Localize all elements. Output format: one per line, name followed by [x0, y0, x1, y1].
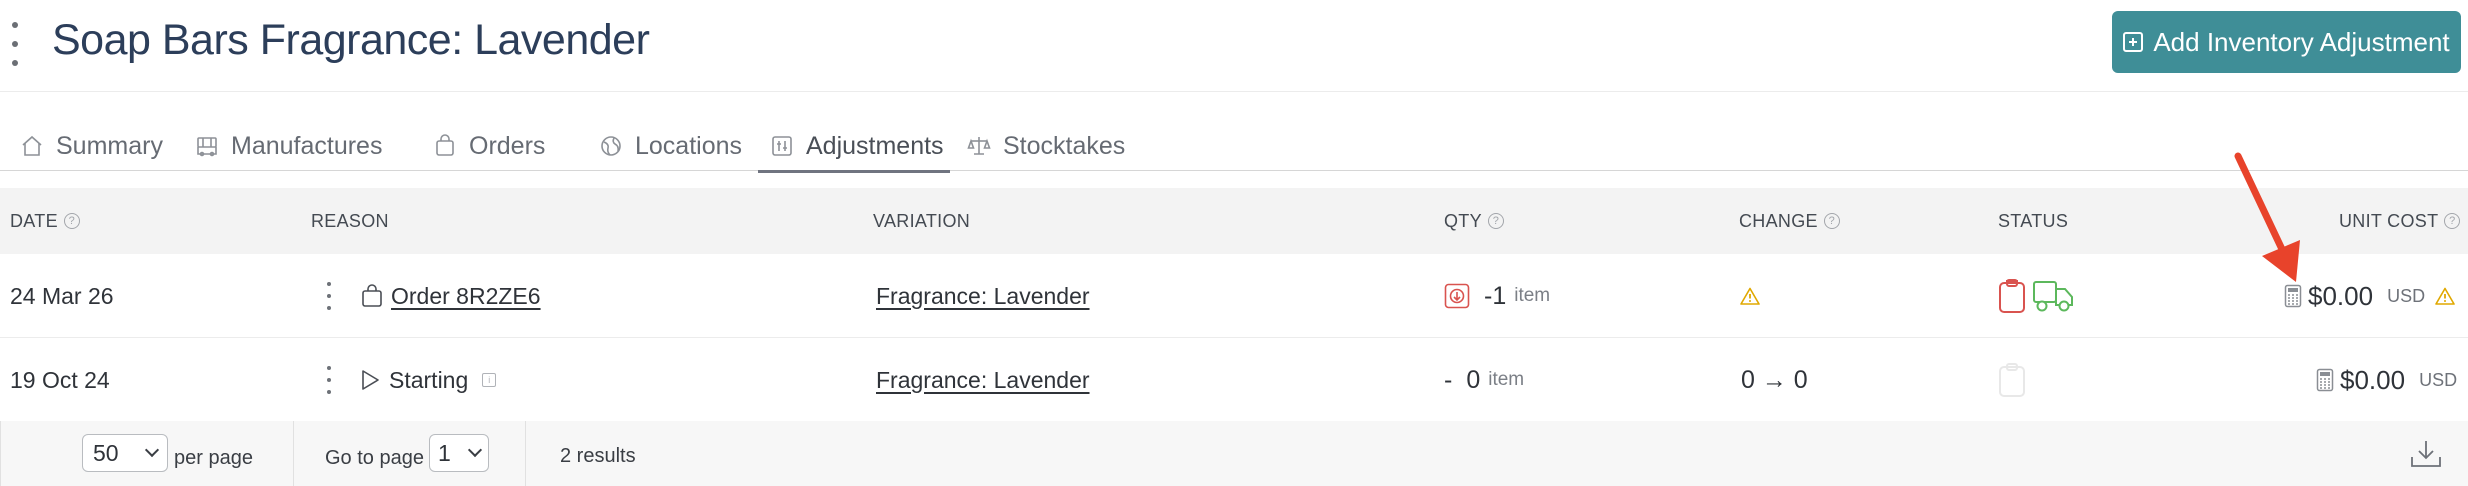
column-status[interactable]: STATUS	[1998, 188, 2068, 254]
add-inventory-adjustment-button[interactable]: Add Inventory Adjustment	[2112, 11, 2461, 73]
help-icon[interactable]: ?	[2444, 213, 2461, 229]
tab-label: Summary	[56, 131, 163, 160]
shopping-bag-icon	[436, 134, 454, 156]
annotation-arrow-icon	[2234, 152, 2300, 282]
row-actions-menu[interactable]	[325, 338, 333, 422]
column-reason[interactable]: REASON	[311, 188, 389, 254]
variation-link[interactable]: Fragrance: Lavender	[876, 367, 1090, 394]
pagination-bar: 50 per page Go to page 1 2 results	[0, 421, 2468, 486]
qty-unit: item	[1514, 285, 1551, 306]
delivery-truck-icon[interactable]	[2032, 279, 2074, 313]
order-link[interactable]: Order 8R2ZE6	[391, 283, 541, 310]
row-change: 0 → 0	[1741, 338, 1808, 422]
order-clipboard-icon[interactable]	[1998, 278, 2026, 314]
chevron-down-icon	[467, 442, 483, 458]
currency: USD	[2387, 285, 2426, 306]
qty-value: -1	[1484, 281, 1507, 310]
warning-icon	[1740, 287, 1760, 305]
factory-icon	[197, 137, 217, 157]
info-icon[interactable]: i	[482, 373, 497, 387]
reason-text: Starting	[389, 366, 469, 393]
tab-label: Manufactures	[231, 131, 383, 160]
home-icon	[22, 135, 42, 156]
row-date: 19 Oct 24	[10, 366, 110, 393]
row-variation: Fragrance: Lavender	[876, 338, 1090, 422]
qty-sign: -	[1444, 365, 1453, 394]
tab-label: Adjustments	[806, 131, 944, 160]
tab-manufactures[interactable]: Manufactures	[195, 120, 382, 172]
download-icon[interactable]	[2410, 439, 2442, 469]
shopping-bag-icon	[362, 284, 382, 307]
tab-summary[interactable]: Summary	[20, 120, 163, 172]
column-unit-cost[interactable]: UNIT COST ?	[2339, 188, 2461, 254]
results-count: 2 results	[560, 445, 636, 467]
tab-locations[interactable]: Locations	[599, 120, 742, 172]
variation-link[interactable]: Fragrance: Lavender	[876, 283, 1090, 310]
header-divider	[0, 91, 2468, 92]
tab-label: Stocktakes	[1003, 131, 1126, 160]
play-icon	[362, 370, 379, 390]
row-reason: Order 8R2ZE6	[361, 254, 541, 338]
tab-stocktakes[interactable]: Stocktakes	[967, 120, 1125, 172]
drag-handle[interactable]	[8, 22, 22, 66]
cost-value: $0.00	[2340, 364, 2406, 395]
calculator-icon[interactable]	[2316, 368, 2334, 392]
row-status	[1998, 338, 2026, 422]
row-variation: Fragrance: Lavender	[876, 254, 1090, 338]
per-page-select[interactable]: 50	[82, 434, 168, 472]
warning-icon	[2435, 287, 2455, 305]
column-date[interactable]: DATE ?	[10, 188, 80, 254]
plus-square-icon	[2123, 32, 2144, 52]
column-change[interactable]: CHANGE ?	[1739, 188, 1840, 254]
change-value: 0 → 0	[1741, 365, 1808, 394]
globe-icon	[601, 136, 621, 156]
column-qty[interactable]: QTY ?	[1444, 188, 1504, 254]
column-variation[interactable]: VARIATION	[873, 188, 970, 254]
qty-unit: item	[1488, 369, 1525, 390]
help-icon[interactable]: ?	[1823, 213, 1840, 229]
row-qty: -1 item	[1444, 254, 1550, 338]
currency: USD	[2419, 369, 2458, 390]
table-header: DATE ? REASON VARIATION QTY ? CHANGE ? S…	[0, 188, 2468, 254]
adjustments-icon	[772, 136, 792, 156]
tabs-divider	[0, 170, 2468, 171]
active-tab-indicator	[758, 170, 950, 173]
tab-adjustments[interactable]: Adjustments	[770, 120, 944, 172]
stock-out-icon	[1444, 283, 1470, 309]
table-row[interactable]: 24 Mar 26 Order 8R2ZE6 Fragrance: Lavend…	[0, 254, 2468, 338]
add-button-label: Add Inventory Adjustment	[2153, 26, 2450, 57]
order-clipboard-icon	[1999, 363, 2025, 397]
row-unit-cost: $0.00 USD	[2316, 338, 2457, 422]
row-change	[1740, 254, 1760, 338]
table-row[interactable]: 19 Oct 24 Starting i Fragrance: Lavender…	[0, 338, 2468, 422]
row-date: 24 Mar 26	[10, 282, 114, 309]
help-icon[interactable]: ?	[1487, 213, 1504, 229]
per-page-label: per page	[174, 447, 253, 469]
page-title: Soap Bars Fragrance: Lavender	[52, 16, 650, 64]
row-actions-menu[interactable]	[325, 254, 333, 338]
cost-value: $0.00	[2308, 280, 2374, 311]
chevron-down-icon	[144, 442, 160, 458]
tab-label: Orders	[469, 131, 546, 160]
qty-value: 0	[1466, 365, 1481, 394]
page-select[interactable]: 1	[429, 434, 489, 472]
help-icon[interactable]: ?	[63, 213, 80, 229]
tab-label: Locations	[635, 131, 743, 160]
scale-icon	[967, 137, 991, 155]
goto-page-label: Go to page	[325, 447, 424, 469]
row-qty: - 0 item	[1444, 338, 1524, 422]
tab-orders[interactable]: Orders	[433, 120, 545, 172]
row-reason: Starting i	[359, 338, 497, 422]
tab-bar: Summary Manufactures Orders Locations Ad…	[0, 120, 2468, 172]
row-status	[1998, 254, 2074, 338]
